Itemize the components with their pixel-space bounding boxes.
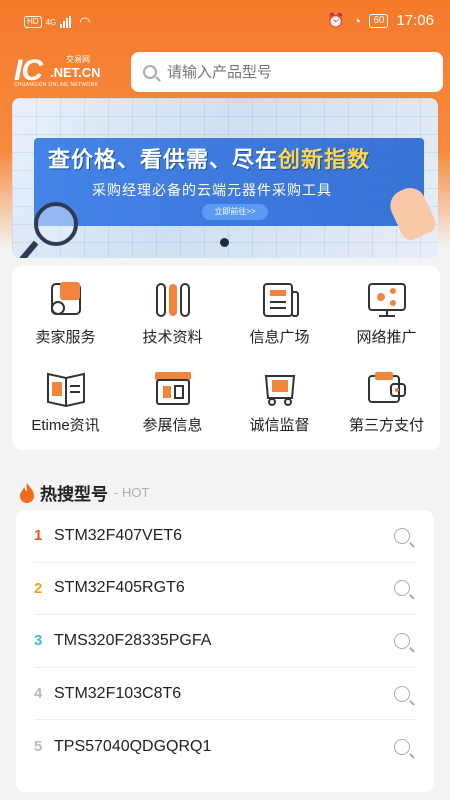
signal-icon	[60, 16, 72, 28]
menu-item-etime-news[interactable]: Etime资讯	[12, 362, 119, 450]
rank-number: 2	[34, 579, 43, 597]
carousel-indicator[interactable]	[220, 238, 229, 247]
banner-subline: 采购经理必备的云端元器件采购工具	[92, 182, 332, 198]
status-right: ⏰ ◔ 60 17:06	[327, 12, 434, 29]
logo-tagline: CHUANGXIN ONLINE NETWORK	[14, 82, 99, 88]
banner-headline-highlight: 创新指数	[278, 147, 371, 172]
menu-item-seller-service[interactable]: 卖家服务	[12, 274, 119, 362]
network-promo-icon	[367, 283, 406, 317]
hot-search-title: 热搜型号	[40, 485, 108, 504]
banner-cta-button[interactable]: 立即前往>>	[202, 204, 268, 220]
hot-search-header: 热搜型号 - HOT	[18, 480, 149, 505]
menu-label: 第三方支付	[348, 417, 424, 434]
logo[interactable]: IC 交易网 .NET.CN CHUANGXIN ONLINE NETWORK	[14, 54, 124, 90]
menu-label: 技术资料	[142, 329, 203, 346]
wifi-icon: ◠	[79, 14, 91, 29]
search-icon[interactable]	[394, 527, 410, 544]
model-name: STM32F103C8T6	[54, 684, 182, 702]
logo-cn: 交易网	[66, 55, 90, 64]
model-name: TPS57040QDGQRQ1	[54, 737, 212, 755]
list-item[interactable]: 5 TPS57040QDGQRQ1	[34, 720, 416, 773]
search-bar[interactable]	[131, 52, 443, 92]
menu-label: Etime资讯	[31, 417, 100, 434]
model-name: TMS320F28335PGFA	[54, 631, 212, 649]
magnifier-illustration-icon	[34, 202, 78, 246]
menu-label: 参展信息	[142, 417, 203, 434]
menu-label: 诚信监督	[249, 417, 310, 434]
menu-label: 卖家服务	[35, 329, 96, 346]
hd-badge: HD	[24, 16, 42, 28]
status-left: HD 4G ◠	[24, 14, 91, 30]
menu-item-third-party-pay[interactable]: 第三方支付	[333, 362, 440, 450]
alarm-icon: ⏰	[327, 12, 345, 28]
rank-number: 3	[34, 632, 43, 650]
rank-number: 5	[34, 738, 43, 756]
clock: 17:06	[396, 12, 434, 29]
search-icon[interactable]	[394, 632, 410, 649]
menu-label: 网络推广	[356, 329, 417, 346]
info-square-icon	[262, 283, 299, 317]
list-item[interactable]: 1 STM32F407VET6	[34, 510, 416, 563]
battery-icon: 60	[369, 13, 389, 28]
status-bar: HD 4G ◠ ⏰ ◔ 60 17:06	[0, 0, 450, 44]
logo-net: .NET.CN	[50, 65, 101, 80]
search-icon[interactable]	[394, 685, 410, 702]
etime-news-icon	[46, 372, 85, 408]
menu-label: 信息广场	[249, 329, 310, 346]
network-type: 4G	[45, 17, 57, 27]
exhibition-icon	[154, 372, 191, 405]
menu-item-tech-docs[interactable]: 技术资料	[119, 274, 226, 362]
service-menu: 卖家服务 技术资料 信息广场 网络推广 Etime资讯 参展信息 诚信监督 第三…	[12, 266, 440, 450]
model-name: STM32F405RGT6	[54, 579, 185, 597]
rank-number: 4	[34, 685, 43, 703]
promo-banner[interactable]: 查价格、看供需、尽在创新指数 采购经理必备的云端元器件采购工具 立即前往>>	[12, 98, 438, 258]
banner-headline-prefix: 查价格、看供需、尽在	[48, 147, 279, 172]
menu-item-exhibition[interactable]: 参展信息	[119, 362, 226, 450]
banner-headline: 查价格、看供需、尽在创新指数	[48, 142, 370, 174]
rank-number: 1	[34, 527, 43, 545]
search-input[interactable]	[167, 63, 427, 81]
list-item[interactable]: 4 STM32F103C8T6	[34, 668, 416, 721]
seller-service-icon	[50, 282, 81, 315]
tech-docs-icon	[155, 283, 190, 317]
search-icon	[143, 65, 157, 79]
list-item[interactable]: 2 STM32F405RGT6	[34, 563, 416, 616]
speed-icon: ◔	[352, 12, 362, 29]
model-name: STM32F407VET6	[54, 526, 183, 544]
top-bar: IC 交易网 .NET.CN CHUANGXIN ONLINE NETWORK	[0, 50, 450, 94]
list-item[interactable]: 3 TMS320F28335PGFA	[34, 615, 416, 668]
search-icon[interactable]	[394, 580, 410, 597]
search-icon[interactable]	[394, 738, 410, 755]
menu-item-integrity[interactable]: 诚信监督	[226, 362, 333, 450]
third-party-pay-icon	[367, 372, 406, 403]
fire-icon	[20, 482, 34, 503]
menu-item-info-square[interactable]: 信息广场	[226, 274, 333, 362]
menu-item-network-promo[interactable]: 网络推广	[333, 274, 440, 362]
integrity-icon	[264, 375, 295, 406]
hot-search-list: 1 STM32F407VET6 2 STM32F405RGT6 3 TMS320…	[16, 510, 434, 792]
hot-search-subtitle: - HOT	[114, 485, 150, 500]
